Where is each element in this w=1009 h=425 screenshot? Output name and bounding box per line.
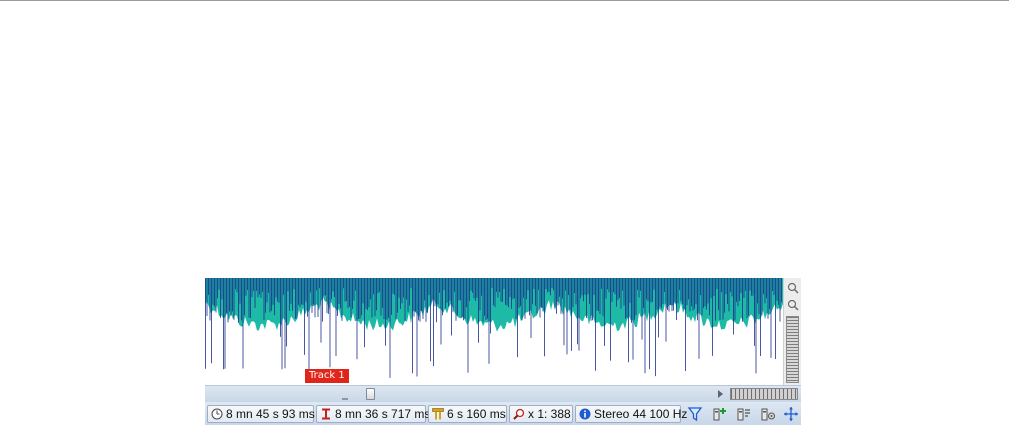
filter-icon[interactable] <box>687 406 703 422</box>
move-icon[interactable] <box>783 406 799 422</box>
scroll-right-arrow-icon[interactable] <box>718 390 723 398</box>
waveform-view[interactable]: Track 1 <box>205 278 783 385</box>
zoom-cell[interactable]: x 1: 388 <box>509 405 573 423</box>
format-value: Stereo 44 100 Hz <box>594 407 688 421</box>
zoom-value: x 1: 388 <box>528 407 571 421</box>
zoom-out-icon[interactable] <box>787 299 799 311</box>
clock-icon <box>211 408 223 420</box>
duration-value: 8 mn 45 s 93 ms <box>226 407 315 421</box>
selection-length-cell[interactable]: 6 s 160 ms <box>428 405 507 423</box>
horizontal-scrollbar[interactable] <box>205 385 801 402</box>
cursor-position-cell[interactable]: 8 mn 36 s 717 ms <box>316 405 430 423</box>
playhead-marker <box>342 398 348 400</box>
vertical-zoom-grip[interactable] <box>786 316 799 383</box>
info-icon <box>579 408 591 420</box>
marker-list-icon[interactable] <box>736 406 752 422</box>
waveform-graphic <box>205 278 783 378</box>
status-bar: 8 mn 45 s 93 ms 8 mn 36 s 717 ms 6 s 160… <box>205 402 801 425</box>
selection-length-icon <box>432 408 444 420</box>
zoom-in-icon[interactable] <box>787 282 799 294</box>
horizontal-scroll-thumb[interactable] <box>366 388 375 400</box>
vertical-zoom-bar[interactable] <box>783 278 801 385</box>
window-top-border <box>0 0 1009 1</box>
selection-length-value: 6 s 160 ms <box>447 407 506 421</box>
cursor-marker-icon <box>322 408 330 420</box>
magnifier-icon <box>513 408 525 420</box>
marker-settings-icon[interactable] <box>760 406 776 422</box>
track-label[interactable]: Track 1 <box>305 369 349 383</box>
cursor-position-value: 8 mn 36 s 717 ms <box>335 407 431 421</box>
add-marker-icon[interactable] <box>712 406 728 422</box>
duration-cell[interactable]: 8 mn 45 s 93 ms <box>207 405 315 423</box>
horizontal-zoom-grip[interactable] <box>730 388 798 400</box>
audio-editor: Track 1 8 mn 45 s 93 ms 8 mn 36 s 717 ms <box>205 278 801 425</box>
format-cell[interactable]: Stereo 44 100 Hz <box>575 405 687 423</box>
